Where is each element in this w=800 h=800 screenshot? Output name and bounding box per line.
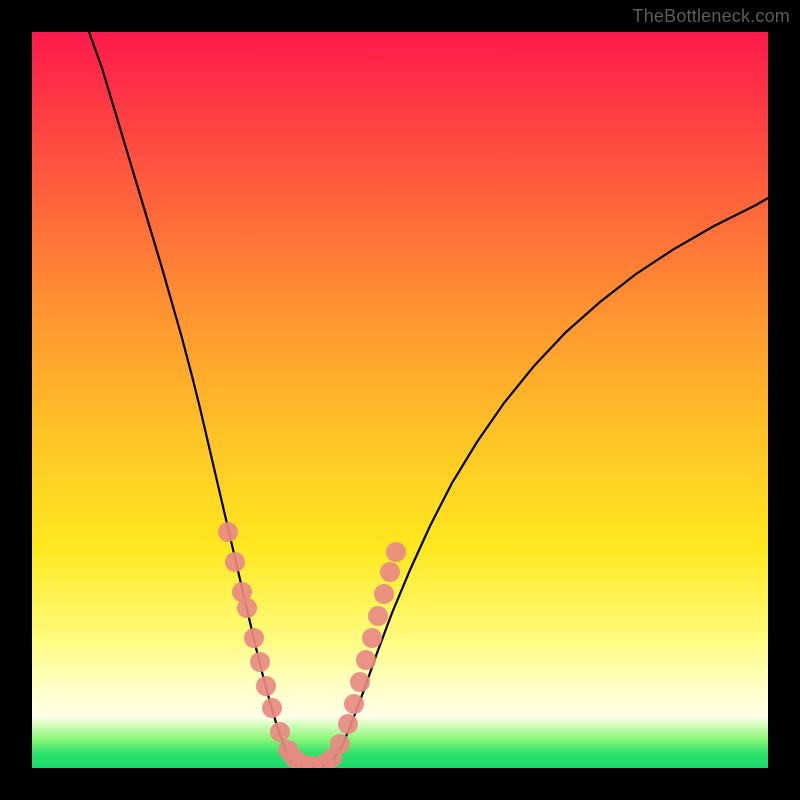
marker-dot <box>330 734 350 754</box>
marker-dot <box>386 542 406 562</box>
marker-dots <box>218 522 406 768</box>
marker-dot <box>270 722 290 742</box>
marker-dot <box>356 650 376 670</box>
marker-dot <box>362 628 382 648</box>
chart-svg <box>32 32 768 768</box>
marker-dot <box>250 652 270 672</box>
marker-dot <box>374 584 394 604</box>
marker-dot <box>237 598 257 618</box>
marker-dot <box>344 694 364 714</box>
marker-dot <box>380 562 400 582</box>
marker-dot <box>368 606 388 626</box>
marker-dot <box>244 628 264 648</box>
chart-frame: TheBottleneck.com <box>0 0 800 800</box>
plot-area <box>32 32 768 768</box>
marker-dot <box>225 552 245 572</box>
marker-dot <box>262 698 282 718</box>
curve-path <box>89 32 768 768</box>
marker-dot <box>350 672 370 692</box>
marker-dot <box>256 676 276 696</box>
marker-dot <box>218 522 238 542</box>
watermark-text: TheBottleneck.com <box>633 6 790 27</box>
bottleneck-curve <box>89 32 768 768</box>
marker-dot <box>338 714 358 734</box>
